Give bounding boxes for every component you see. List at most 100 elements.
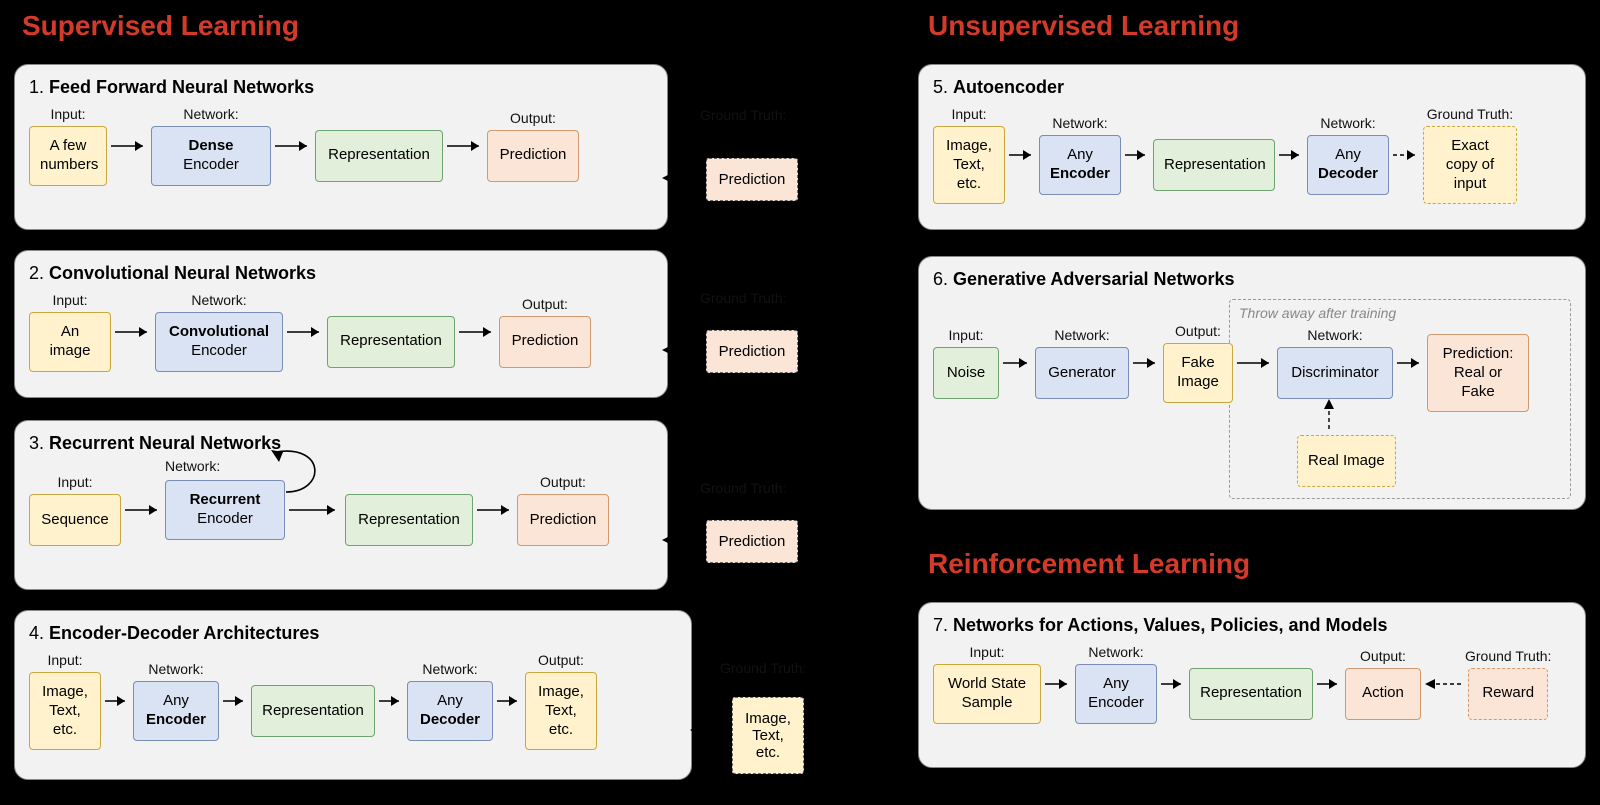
arrow-icon <box>455 322 499 342</box>
arrow-icon <box>121 500 165 520</box>
panel-title: 3. Recurrent Neural Networks <box>29 433 653 454</box>
box-discriminator: Discriminator <box>1277 347 1393 399</box>
panel-title: 6. Generative Adversarial Networks <box>933 269 1571 290</box>
box-real-image: Real Image <box>1297 435 1396 487</box>
box-encoder: Any Encoder <box>1075 664 1157 724</box>
label-ground-truth: Ground Truth: <box>700 107 786 123</box>
label-ground-truth: Ground Truth: <box>700 290 786 306</box>
panel-title: 7. Networks for Actions, Values, Policie… <box>933 615 1571 636</box>
label-input: Input: <box>57 474 92 490</box>
text: Encoder <box>144 711 208 730</box>
arrow-icon <box>1121 145 1153 165</box>
label-input: Input: <box>951 106 986 122</box>
arrow-icon <box>1393 353 1427 373</box>
label-network: Network: <box>148 661 203 677</box>
text: Convolutional <box>166 323 272 342</box>
box-representation: Representation <box>327 316 455 368</box>
box-reward: Reward <box>1468 668 1548 720</box>
box-representation: Representation <box>251 685 375 737</box>
panel-autoencoder: 5. Autoencoder Input: Image, Text, etc. … <box>918 64 1586 230</box>
dashed-arrow-icon <box>660 340 708 360</box>
arrow-icon <box>1233 353 1277 373</box>
arrow-icon <box>285 500 345 520</box>
text: Any <box>144 692 208 711</box>
arrow-icon <box>271 136 315 156</box>
box-ground-truth: Image, Text, etc. <box>732 697 804 774</box>
box-prediction: Prediction <box>499 316 591 368</box>
label-network: Network: <box>1052 115 1107 131</box>
label-output: Output: <box>538 652 584 668</box>
text: Dense <box>162 137 260 156</box>
box-representation: Representation <box>315 130 443 182</box>
label-network: Network: <box>191 292 246 308</box>
arrow-icon <box>1275 145 1307 165</box>
panel-name: Feed Forward Neural Networks <box>49 77 314 97</box>
panel-name: Convolutional Neural Networks <box>49 263 316 283</box>
panel-rl: 7. Networks for Actions, Values, Policie… <box>918 602 1586 768</box>
panel-cnn: 2. Convolutional Neural Networks Input: … <box>14 250 668 398</box>
panel-name: Autoencoder <box>953 77 1064 97</box>
label-network: Network: <box>1320 115 1375 131</box>
box-ground-truth: Prediction <box>706 330 798 373</box>
label-network: Network: <box>183 106 238 122</box>
box-decoder: Any Decoder <box>407 681 493 741</box>
arrow-icon <box>107 136 151 156</box>
text: Decoder <box>418 711 482 730</box>
label-network: Network: <box>165 458 220 474</box>
box-input: Sequence <box>29 494 121 546</box>
box-ground-truth: Prediction <box>706 520 798 563</box>
arrow-icon <box>111 322 155 342</box>
text: Encoder <box>176 510 274 529</box>
label-ground-truth: Ground Truth: <box>1427 106 1513 122</box>
box-encoder: Any Encoder <box>133 681 219 741</box>
arrow-icon <box>473 500 517 520</box>
arrow-icon <box>219 691 251 711</box>
panel-name: Generative Adversarial Networks <box>953 269 1234 289</box>
label-output: Output: <box>510 110 556 126</box>
box-encoder: Convolutional Encoder <box>155 312 283 372</box>
arrow-icon <box>1313 674 1345 694</box>
text: Real Image <box>1308 452 1385 471</box>
panel-number: 4. <box>29 623 44 643</box>
text: Encoder <box>162 156 260 175</box>
section-reinforcement-title: Reinforcement Learning <box>928 548 1250 580</box>
section-supervised-title: Supervised Learning <box>22 10 299 42</box>
text: Any <box>1050 146 1110 165</box>
label-output: Output: <box>1360 648 1406 664</box>
panel-number: 3. <box>29 433 44 453</box>
label-input: Input: <box>948 327 983 343</box>
panel-title: 1. Feed Forward Neural Networks <box>29 77 653 98</box>
panel-number: 2. <box>29 263 44 283</box>
box-prediction: Prediction <box>517 494 609 546</box>
panel-encdec: 4. Encoder-Decoder Architectures Input: … <box>14 610 692 780</box>
panel-gan: 6. Generative Adversarial Networks Throw… <box>918 256 1586 510</box>
box-representation: Representation <box>1189 668 1313 720</box>
box-encoder: Dense Encoder <box>151 126 271 186</box>
box-representation: Representation <box>1153 139 1275 191</box>
box-input: A few numbers <box>29 126 107 186</box>
label-ground-truth: Ground Truth: <box>720 660 806 676</box>
panel-number: 1. <box>29 77 44 97</box>
arrow-icon <box>375 691 407 711</box>
arrow-icon <box>1005 145 1039 165</box>
label-network: Network: <box>422 661 477 677</box>
arrow-icon <box>443 136 487 156</box>
label-output: Output: <box>522 296 568 312</box>
arrow-icon <box>1041 674 1075 694</box>
panel-title: 2. Convolutional Neural Networks <box>29 263 653 284</box>
panel-name: Encoder-Decoder Architectures <box>49 623 319 643</box>
dashed-arrow-icon <box>660 530 708 550</box>
box-ground-truth: Exact copy of input <box>1423 126 1517 204</box>
text: Any <box>418 692 482 711</box>
text: Decoder <box>1318 165 1378 184</box>
box-input: World State Sample <box>933 664 1041 724</box>
box-generator: Generator <box>1035 347 1129 399</box>
text: Encoder <box>1050 165 1110 184</box>
label-input: Input: <box>50 106 85 122</box>
label-ground-truth: Ground Truth: <box>1465 648 1551 664</box>
dashed-arrow-up-icon <box>1319 399 1339 435</box>
label-input: Input: <box>969 644 1004 660</box>
box-representation: Representation <box>345 494 473 546</box>
panel-ffnn: 1. Feed Forward Neural Networks Input: A… <box>14 64 668 230</box>
box-output: Image, Text, etc. <box>525 672 597 750</box>
